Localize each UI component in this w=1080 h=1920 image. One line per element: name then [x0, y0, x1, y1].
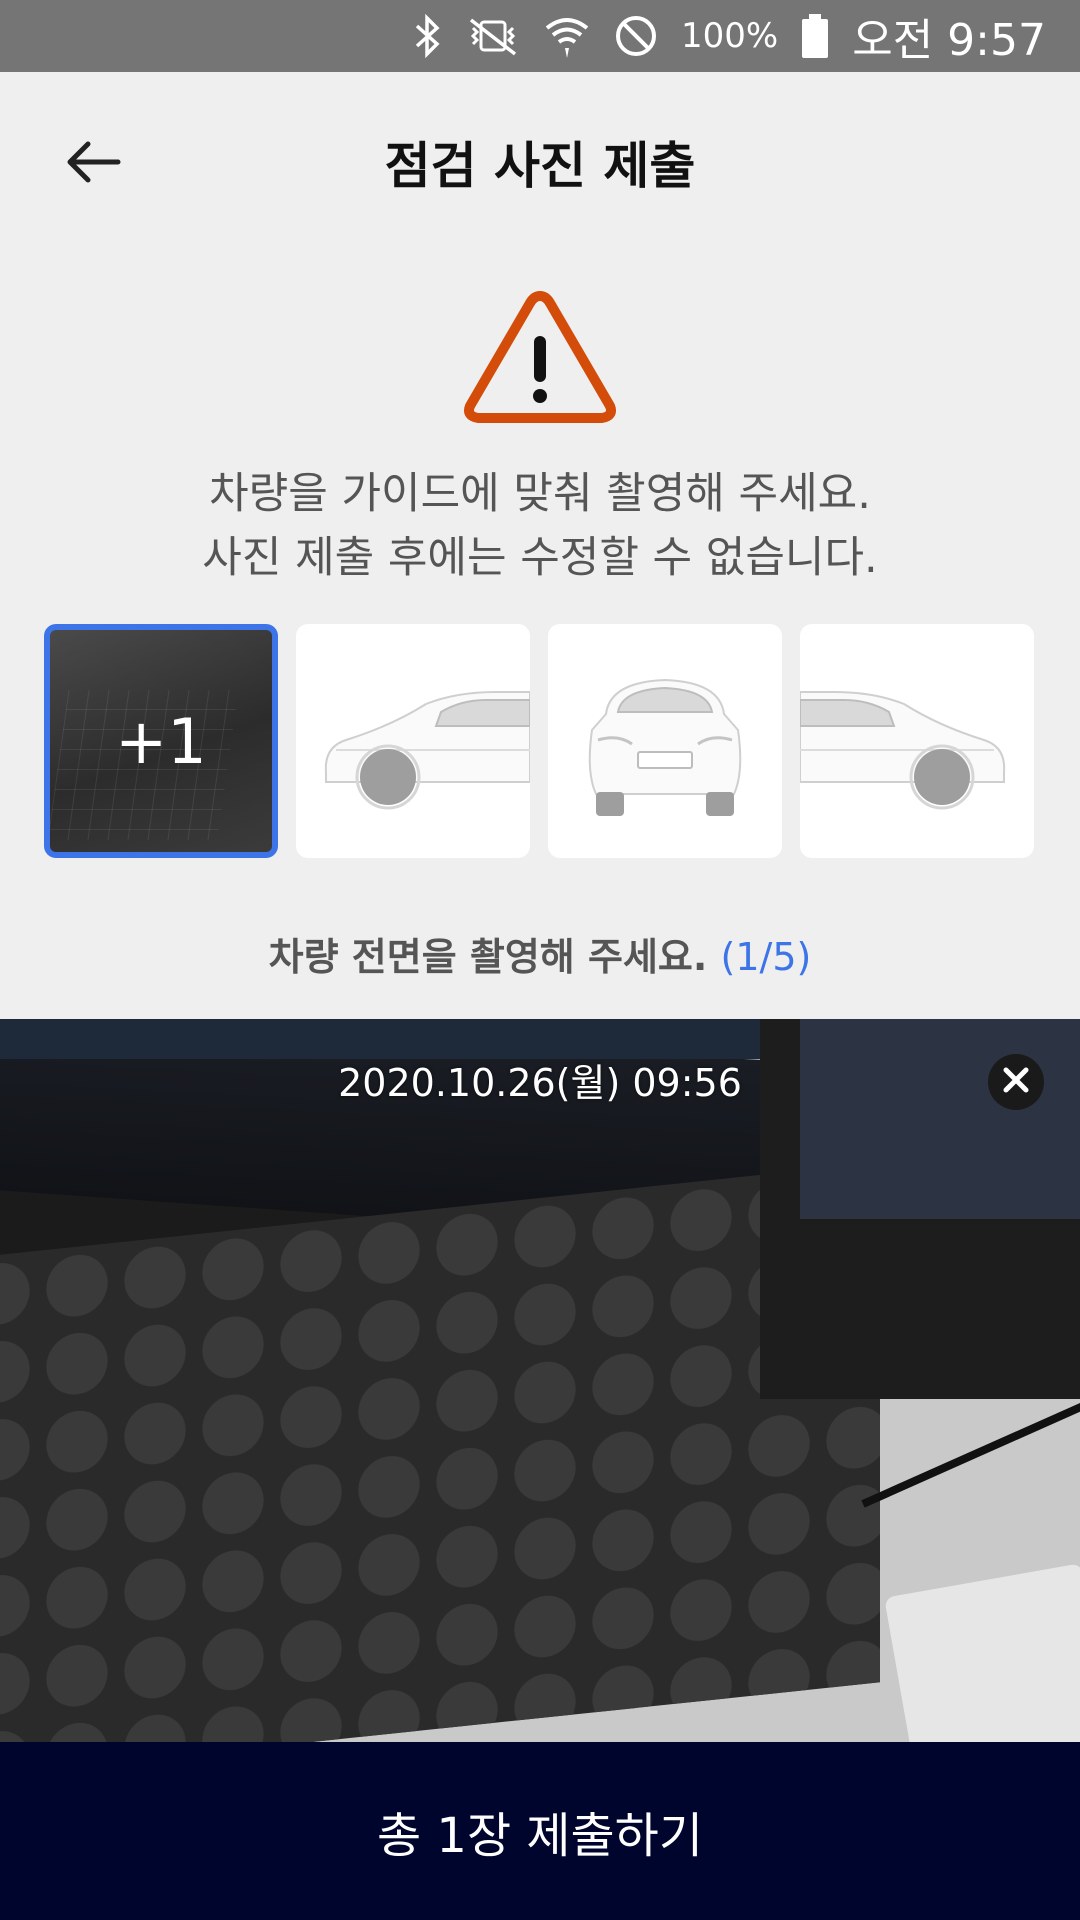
capture-instruction: 차량 전면을 촬영해 주세요. (1/5)	[0, 926, 1080, 981]
thumbnail-car-side-right[interactable]	[800, 624, 1034, 858]
car-rear-icon	[548, 624, 782, 858]
status-time: 오전 9:57	[852, 15, 1046, 66]
notice-line-1: 차량을 가이드에 맞춰 촬영해 주세요.	[209, 469, 871, 519]
car-side-right-icon	[800, 624, 1034, 858]
battery-icon	[800, 12, 830, 60]
photo-preview	[0, 1019, 1080, 1742]
back-button[interactable]	[56, 128, 128, 200]
close-preview-button[interactable]	[988, 1054, 1044, 1110]
preview-phone	[884, 1563, 1080, 1742]
do-not-disturb-icon	[613, 13, 659, 59]
photo-thumbnail-strip: +1	[44, 624, 1036, 858]
arrow-left-icon	[62, 138, 122, 190]
photo-timestamp: 2020.10.26(월) 09:56	[338, 1061, 742, 1105]
photo-count-badge: +1	[115, 704, 207, 778]
thumbnail-car-side-left[interactable]	[296, 624, 530, 858]
submit-button[interactable]: 총 1장 제출하기	[0, 1742, 1080, 1920]
step-counter: (1/5)	[720, 935, 812, 979]
preview-monitor-screen	[800, 1019, 1080, 1219]
vibrate-off-icon	[465, 14, 521, 58]
preview-keyboard	[0, 1162, 880, 1742]
instruction-text: 차량 전면을 촬영해 주세요.	[268, 935, 708, 979]
notice-line-2: 사진 제출 후에는 수정할 수 없습니다.	[202, 533, 878, 583]
thumbnail-car-rear[interactable]	[548, 624, 782, 858]
warning-triangle-icon	[460, 288, 620, 428]
bluetooth-icon	[413, 14, 443, 58]
page-title: 점검 사진 제출	[384, 137, 696, 195]
warning-notice: 차량을 가이드에 맞춰 촬영해 주세요. 사진 제출 후에는 수정할 수 없습니…	[0, 462, 1080, 590]
app-header: 점검 사진 제출	[0, 72, 1080, 252]
thumbnail-captured-photo[interactable]: +1	[44, 624, 278, 858]
close-icon	[1002, 1066, 1030, 1098]
wifi-icon	[543, 12, 591, 60]
status-bar: 100% 오전 9:57	[0, 0, 1080, 72]
car-side-left-icon	[296, 624, 530, 858]
battery-percent: 100%	[681, 16, 779, 56]
